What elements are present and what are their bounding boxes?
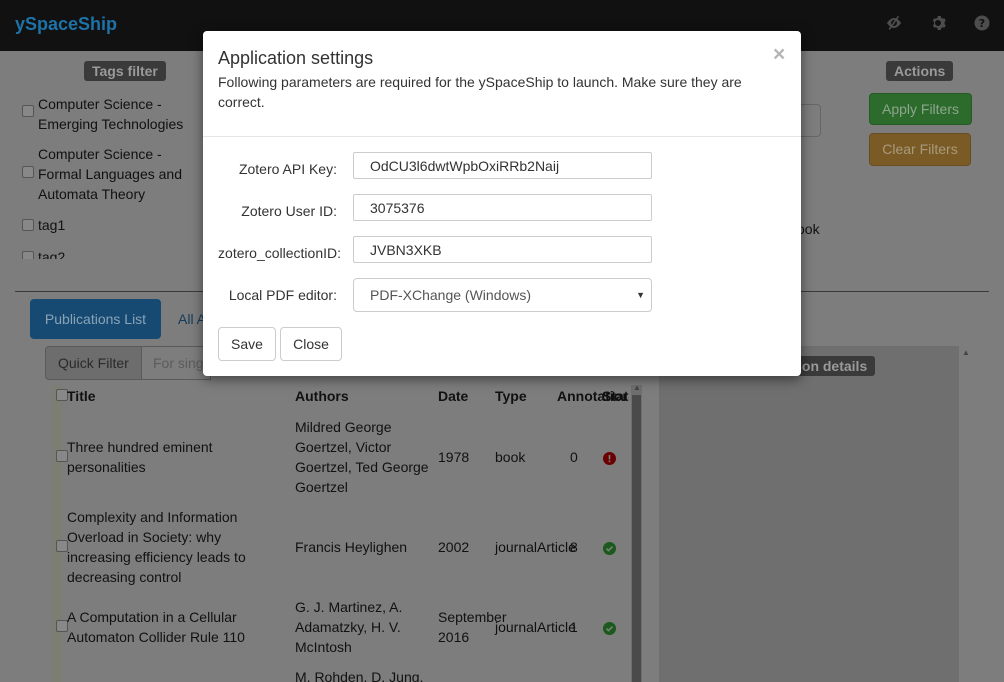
error-status-icon xyxy=(603,452,616,465)
save-button[interactable]: Save xyxy=(218,327,276,361)
row-type: journalArticle xyxy=(495,539,576,555)
row-type: book xyxy=(495,449,526,465)
actions-label: Actions xyxy=(886,61,954,81)
tab-publications-list[interactable]: Publications List xyxy=(30,299,161,339)
tag-checkbox[interactable] xyxy=(22,166,34,178)
row-title[interactable]: Complexity and Information Overload in S… xyxy=(67,507,272,587)
modal-title: Application settings xyxy=(218,48,374,68)
quick-filter-label: Quick Filter xyxy=(45,346,142,380)
clear-filters-button[interactable]: Clear Filters xyxy=(869,133,971,166)
column-header-status[interactable]: Stat xyxy=(602,388,629,404)
collection-id-input[interactable] xyxy=(353,236,652,263)
tag-checkbox[interactable] xyxy=(22,251,34,259)
publication-details-panel xyxy=(659,346,959,682)
row-annotations: 1 xyxy=(570,619,578,635)
user-id-label: Zotero User ID: xyxy=(241,203,337,219)
close-icon[interactable]: × xyxy=(773,44,785,65)
row-date: 1978 xyxy=(438,449,470,465)
tag-item[interactable]: Computer Science - Emerging Technologies xyxy=(22,94,192,134)
eye-slash-icon[interactable] xyxy=(886,15,906,35)
tag-label: Computer Science - Formal Languages and … xyxy=(38,146,182,202)
quick-filter-input[interactable]: For sing xyxy=(141,346,211,380)
question-icon[interactable]: ? xyxy=(974,15,994,35)
column-header-authors[interactable]: Authors xyxy=(295,388,349,404)
pdf-editor-select[interactable]: PDF-XChange (Windows) ▼ xyxy=(353,278,652,312)
api-key-label: Zotero API Key: xyxy=(238,161,337,177)
modal-description: Following parameters are required for th… xyxy=(218,74,742,110)
table-stripe xyxy=(53,385,62,682)
row-authors: M. Rohden, D. Jung, xyxy=(295,669,424,682)
row-authors: Mildred George Goertzel, Victor Goertzel… xyxy=(295,419,429,495)
details-scrollbar[interactable] xyxy=(960,346,971,682)
close-button[interactable]: Close xyxy=(280,327,342,361)
tag-item[interactable]: Computer Science - Formal Languages and … xyxy=(22,144,207,204)
column-header-title[interactable]: Title xyxy=(67,388,96,404)
tab-all-annotations[interactable]: All A xyxy=(178,311,206,327)
row-title[interactable]: Three hundred eminent personalities xyxy=(67,437,282,477)
row-authors: G. J. Martinez, A. Adamatzky, H. V. McIn… xyxy=(295,599,403,655)
row-annotations: 0 xyxy=(570,449,578,465)
tag-item[interactable]: tag1 xyxy=(22,215,65,235)
row-type: journalArticle xyxy=(495,619,576,635)
tag-checkbox[interactable] xyxy=(22,105,34,117)
gear-icon[interactable] xyxy=(930,15,950,35)
tag-label: tag1 xyxy=(38,217,66,233)
brand-logo[interactable]: ySpaceShip xyxy=(15,14,117,35)
tag-label: Computer Science - Emerging Technologies xyxy=(38,96,184,132)
publication-details-label: ion details xyxy=(790,356,876,376)
ok-status-icon xyxy=(603,542,616,555)
application-settings-modal: Application settings × Following paramet… xyxy=(203,31,801,376)
ok-status-icon xyxy=(603,622,616,635)
row-authors: Francis Heylighen xyxy=(295,539,408,555)
svg-text:?: ? xyxy=(979,17,985,30)
pdf-editor-label: Local PDF editor: xyxy=(228,287,337,303)
row-date: 2002 xyxy=(438,539,470,555)
user-id-input[interactable] xyxy=(353,194,652,221)
tag-item[interactable]: tag2 xyxy=(22,247,65,259)
collection-id-label: zotero_collectionID: xyxy=(218,245,341,261)
tag-label: tag2 xyxy=(38,249,66,259)
chevron-down-icon: ▼ xyxy=(636,290,645,300)
column-header-type[interactable]: Type xyxy=(495,388,527,404)
tag-checkbox[interactable] xyxy=(22,219,34,231)
scroll-up-icon[interactable]: ▲ xyxy=(633,383,641,392)
table-scroll-thumb[interactable] xyxy=(632,395,641,682)
row-annotations: 8 xyxy=(570,539,578,555)
row-title[interactable]: A Computation in a Cellular Automaton Co… xyxy=(67,607,282,647)
apply-filters-button[interactable]: Apply Filters xyxy=(869,93,972,125)
column-header-date[interactable]: Date xyxy=(438,388,468,404)
scroll-up-icon[interactable]: ▲ xyxy=(962,348,970,357)
api-key-input[interactable] xyxy=(353,152,652,179)
modal-divider xyxy=(203,136,801,137)
tags-filter-label: Tags filter xyxy=(84,61,166,81)
